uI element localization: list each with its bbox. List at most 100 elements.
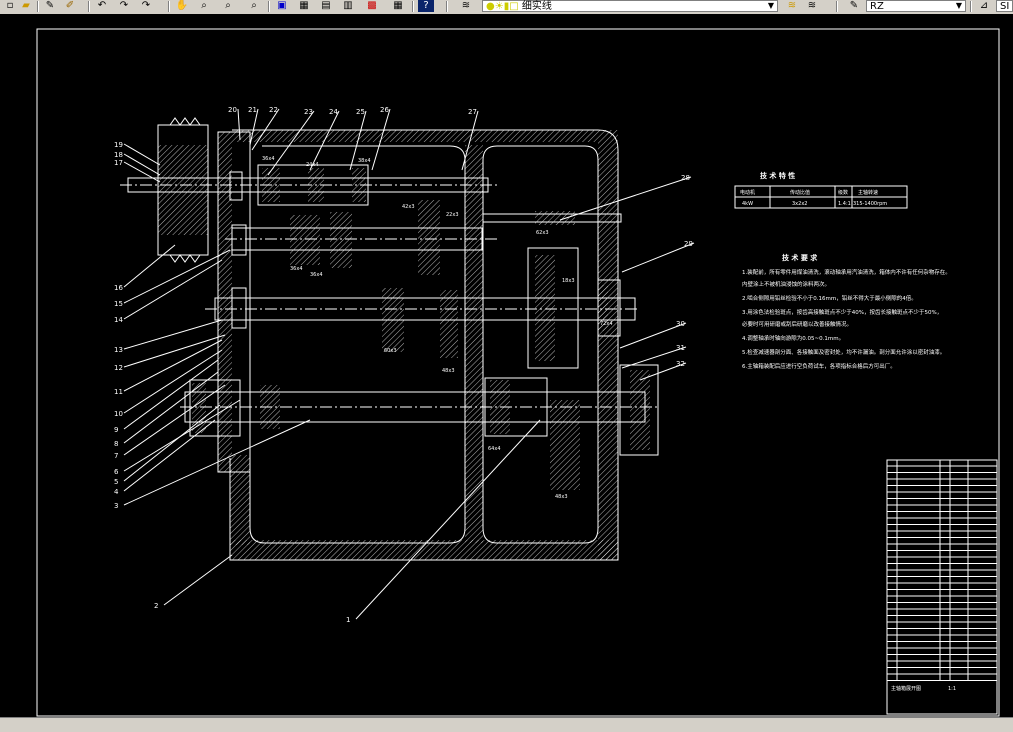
spec-cell: 1.4:1 (838, 201, 851, 207)
layer-combo[interactable]: ●☀▮□ 细实线 ▼ (482, 0, 778, 12)
part-label: 4 (114, 488, 119, 496)
part-label: 8 (114, 440, 118, 448)
zoom-realtime-icon[interactable]: ⌕ (196, 0, 212, 12)
make-current-layer-icon[interactable]: ≋ (784, 0, 800, 12)
part-label: 26 (380, 106, 389, 114)
text-style-icon[interactable]: ✎ (846, 0, 862, 12)
calculator-icon[interactable]: ▦ (390, 0, 406, 12)
undo-icon[interactable]: ↶ (94, 0, 110, 12)
leader-line (123, 143, 161, 166)
tool-palettes-icon[interactable]: ▤ (318, 0, 334, 12)
gear-hatch (490, 380, 510, 434)
tech-req-line: 4.调整轴承时轴向游隙为0.05~0.1mm。 (742, 334, 844, 342)
gear-hatch (352, 168, 366, 202)
dim-label: 48x3 (442, 368, 455, 374)
zoom-window-icon[interactable]: ⌕ (220, 0, 236, 12)
chevron-down-icon[interactable]: ▼ (954, 1, 964, 11)
leader-line (123, 244, 176, 288)
leader-line (355, 419, 541, 620)
leader-line (123, 319, 223, 350)
dim-label: 48x3 (555, 494, 568, 500)
pulley-grooves-top (169, 117, 201, 126)
part-label: 11 (114, 388, 123, 396)
dim-label: 24x4 (306, 162, 319, 168)
properties-icon[interactable]: ▣ (274, 0, 290, 12)
layer-name: 细实线 (521, 1, 552, 12)
dim-label: 36x4 (310, 272, 323, 278)
part-label: 6 (114, 468, 119, 476)
new-icon[interactable]: ▫ (2, 0, 18, 12)
leader-line (123, 419, 311, 506)
part-label: 31 (676, 344, 685, 352)
tech-req-line: 2.啮合侧隙用铅丝检验不小于0.16mm，铅丝不得大于最小侧隙的4倍。 (742, 294, 917, 302)
tech-req-title: 技 术 要 求 (782, 253, 818, 262)
title-block-name: 主轴箱展开图 (891, 685, 921, 692)
sheet-set-icon[interactable]: ▥ (340, 0, 356, 12)
part-label: 1 (346, 616, 350, 624)
part-label: 21 (248, 106, 257, 114)
spline-hatch (535, 211, 575, 225)
part-label: 2 (154, 602, 158, 610)
layer-manager-icon[interactable]: ≋ (458, 0, 474, 12)
dim-label: 64x4 (488, 446, 501, 452)
part-label: 10 (114, 410, 123, 418)
leader-line (123, 249, 231, 304)
part-label: 3 (114, 502, 118, 510)
chevron-down-icon[interactable]: ▼ (766, 1, 776, 11)
leader-line (123, 259, 223, 320)
part-label: 23 (304, 108, 313, 116)
toolbar: ▫ ▰ ✎ ✐ ↶ ↷ ↷ ✋ ⌕ ⌕ ⌕ ▣ ▦ ▤ ▥ ▩ ▦ ? ≋ ●☀… (0, 0, 1013, 15)
gear-hatch (535, 255, 555, 361)
part-label: 32 (676, 360, 685, 368)
zoom-previous-icon[interactable]: ⌕ (246, 0, 262, 12)
part-label: 24 (329, 108, 338, 116)
pulley-grooves-bottom (169, 254, 201, 263)
part-label: 25 (356, 108, 365, 116)
layer-previous-icon[interactable]: ≋ (804, 0, 820, 12)
gear-hatch (262, 168, 280, 202)
tech-req-line: 必要时可用研磨或刮后研磨以改善接触情况。 (742, 320, 852, 328)
part-label: 30 (676, 320, 685, 328)
toolbar-separator (37, 1, 39, 12)
dim-label: 18x3 (562, 278, 575, 284)
linetype-combo[interactable]: RZ ▼ (866, 0, 966, 12)
part-label: 22 (269, 106, 278, 114)
leader-line (559, 176, 692, 221)
spec-header: 主轴转速 (858, 189, 878, 196)
gear-hatch (308, 168, 324, 202)
help-icon[interactable]: ? (418, 0, 434, 12)
brush-icon[interactable]: ✐ (62, 0, 78, 12)
housing-wall-left-lower (230, 455, 250, 545)
spec-cell: 4kW (742, 201, 753, 207)
part-label: 9 (114, 426, 118, 434)
dim-label: 36x4 (290, 266, 303, 272)
dimension-style-icon[interactable]: ⊿ (976, 0, 992, 12)
gear-hatch (440, 290, 458, 358)
redo-icon[interactable]: ↷ (116, 0, 132, 12)
redo-dropdown-icon[interactable]: ↷ (138, 0, 154, 12)
pan-icon[interactable]: ✋ (174, 0, 190, 12)
drawing-canvas[interactable]: 1 2 3 4 5 6 7 8 9 10 11 12 13 14 15 16 17 18 19 20 21 22 23 24 2… (0, 14, 1013, 718)
pulley-hatch (158, 145, 208, 235)
tech-req-line: 5.检查减速器剖分面、各接触面及密封处，均不许漏油。剖分面允许涂以密封油漆。 (742, 348, 945, 356)
dim-label: 38x4 (358, 158, 371, 164)
title-block-scale: 1:1 (948, 686, 956, 692)
part-label: 7 (114, 452, 118, 460)
tech-spec-title: 技 术 特 性 (760, 171, 795, 180)
leader-line (123, 404, 221, 482)
parts-list-rows (887, 460, 997, 681)
part-label: 5 (114, 478, 118, 486)
tech-requirements: 技 术 要 求 1.装配前，所有零件用煤油清洗，滚动轴承用汽油清洗，箱体内不许有… (742, 253, 951, 370)
horizontal-scrollbar[interactable] (0, 717, 1013, 732)
dimstyle-combo[interactable]: SI (996, 0, 1013, 12)
design-center-icon[interactable]: ▦ (296, 0, 312, 12)
match-properties-icon[interactable]: ✎ (42, 0, 58, 12)
tech-req-line: 内壁涂上不被机油浸蚀的涂料两次。 (742, 280, 830, 288)
spec-cell: 3x2x2 (792, 201, 807, 207)
dim-label: 22x3 (446, 212, 459, 218)
dim-label: 42x3 (402, 204, 415, 210)
open-icon[interactable]: ▰ (18, 0, 34, 12)
markup-icon[interactable]: ▩ (364, 0, 380, 12)
spec-header: 电动机 (740, 189, 755, 196)
dimstyle-value: SI (1000, 1, 1010, 12)
